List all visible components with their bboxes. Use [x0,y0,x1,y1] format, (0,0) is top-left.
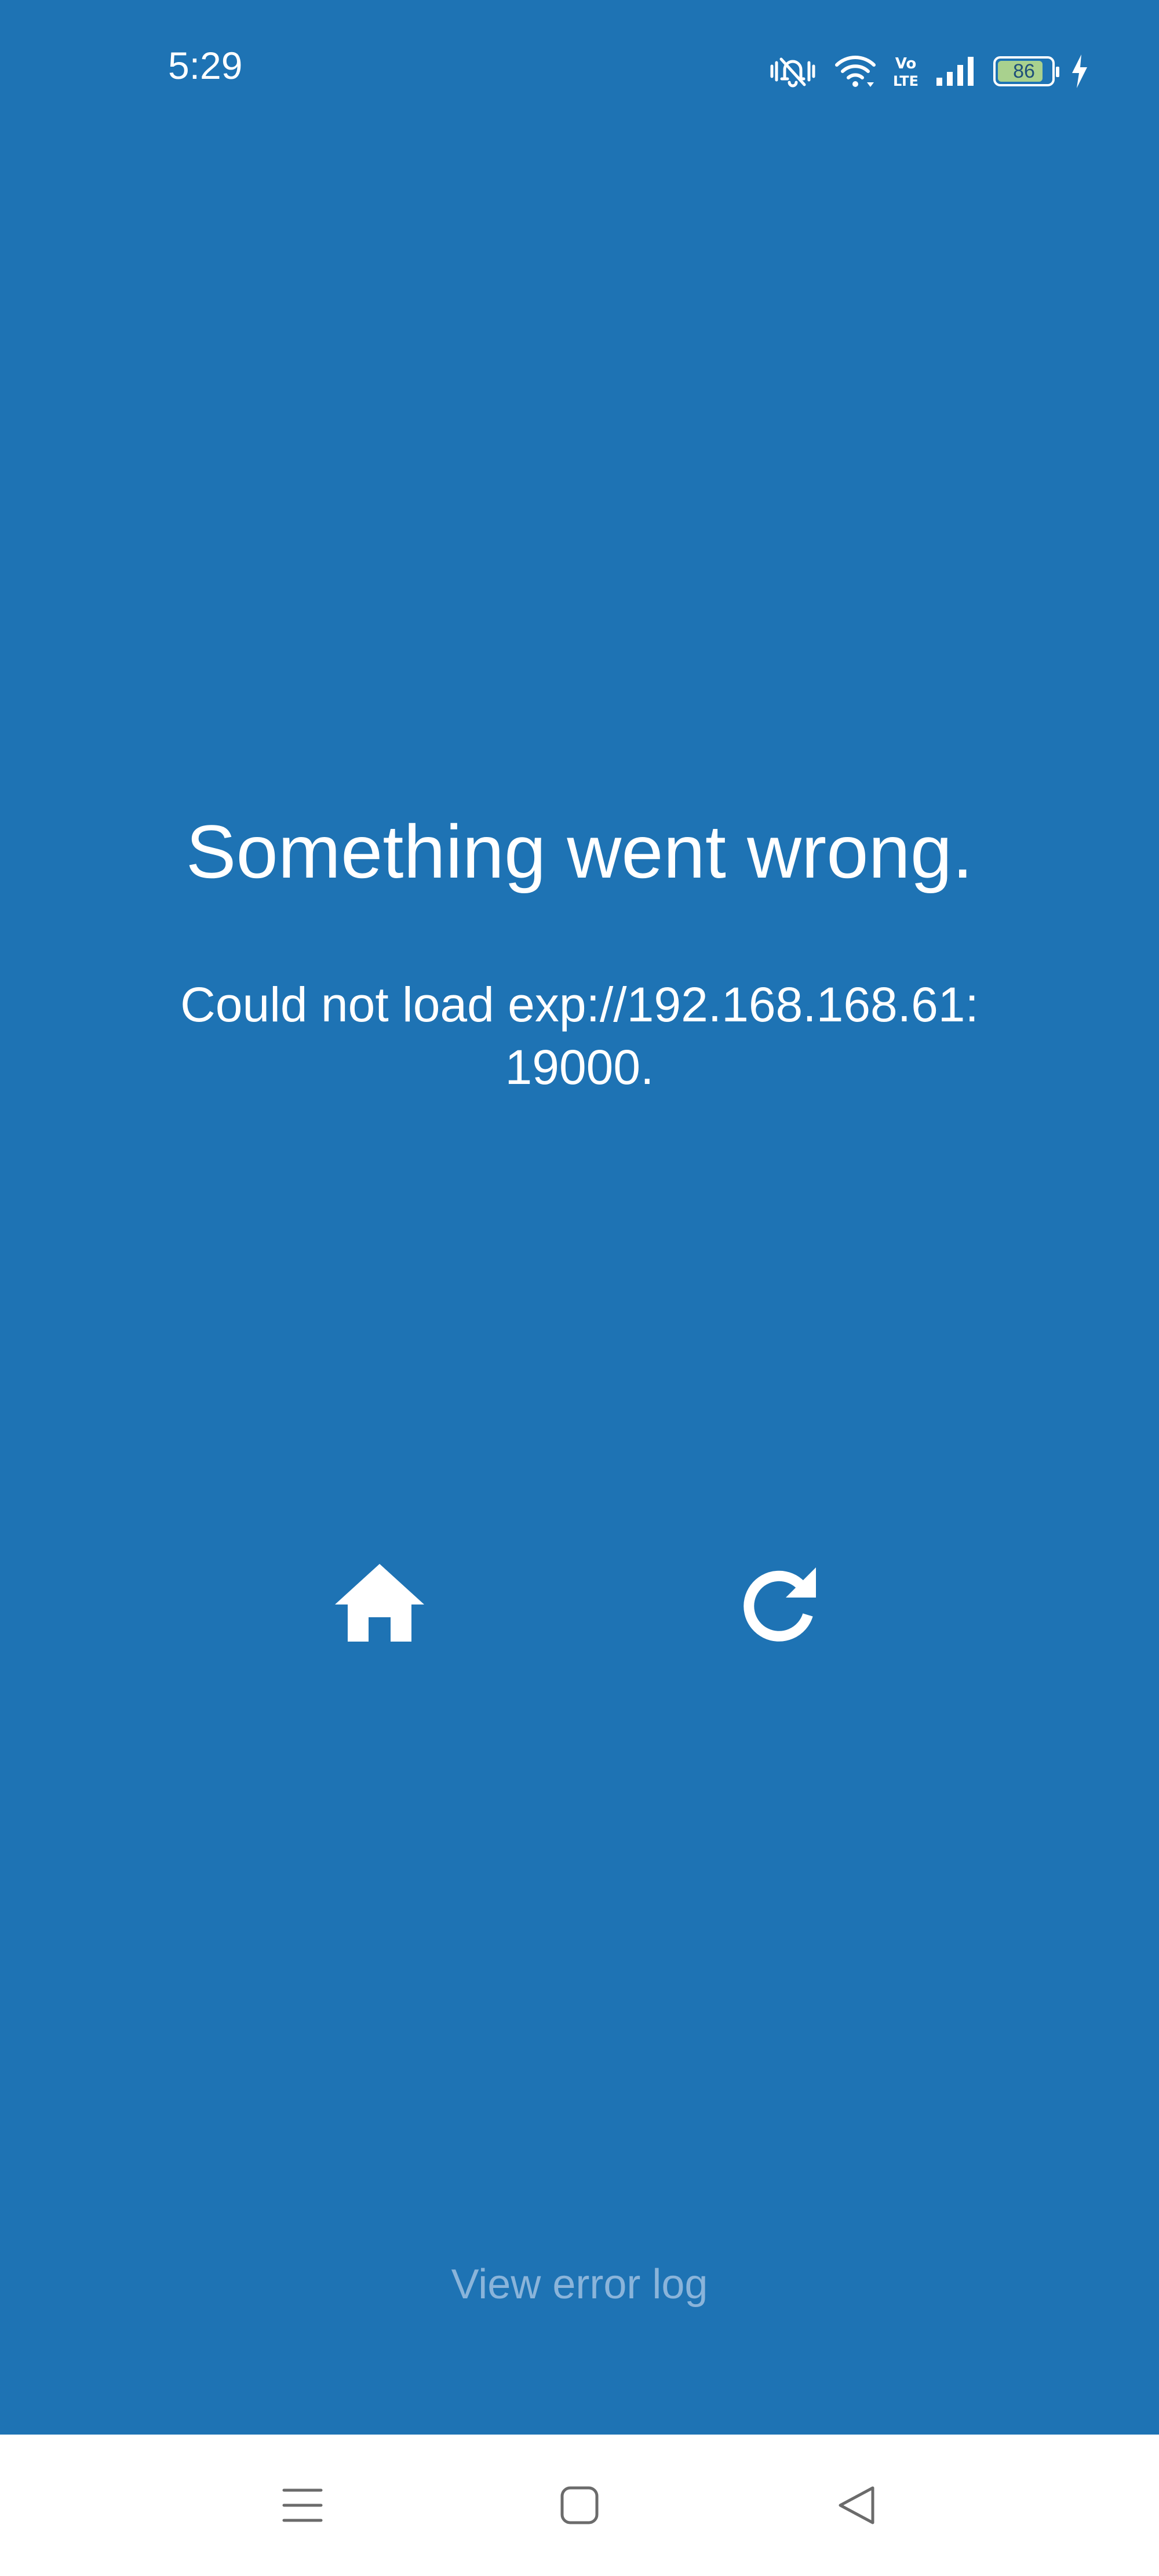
back-triangle-icon [839,2486,874,2524]
wifi-icon [835,56,876,87]
volte-icon: Vo LTE [893,55,919,89]
mute-vibrate-icon [770,57,815,88]
status-bar: 5:29 Vo LTE 86 [0,0,1159,145]
home-icon [335,1564,424,1642]
status-time: 5:29 [168,44,243,87]
reload-button[interactable] [724,1553,834,1652]
battery-level: 86 [1013,60,1035,82]
nav-back-button[interactable] [816,2465,897,2546]
home-button[interactable] [325,1553,435,1652]
nav-menu-button[interactable] [262,2465,343,2546]
navigation-bar [0,2435,1159,2576]
reload-icon [743,1567,816,1642]
menu-icon [282,2488,323,2522]
status-icons: Vo LTE 86 [767,52,1089,90]
charging-icon [1072,54,1087,88]
svg-text:LTE: LTE [893,73,919,89]
battery-cap [1056,67,1059,77]
battery-icon: 86 [993,56,1059,86]
svg-text:Vo: Vo [895,55,917,72]
error-message: Could not load exp://192.168.168.61:1900… [180,977,979,1094]
square-home-icon [560,2486,599,2524]
error-screen: 5:29 Vo LTE 86 Something went wrong. Cou… [0,0,1159,2576]
nav-home-button[interactable] [539,2465,620,2546]
error-title: Something went wrong. [185,809,974,894]
signal-icon [936,57,974,86]
view-error-log-link[interactable]: View error log [0,2264,1159,2305]
